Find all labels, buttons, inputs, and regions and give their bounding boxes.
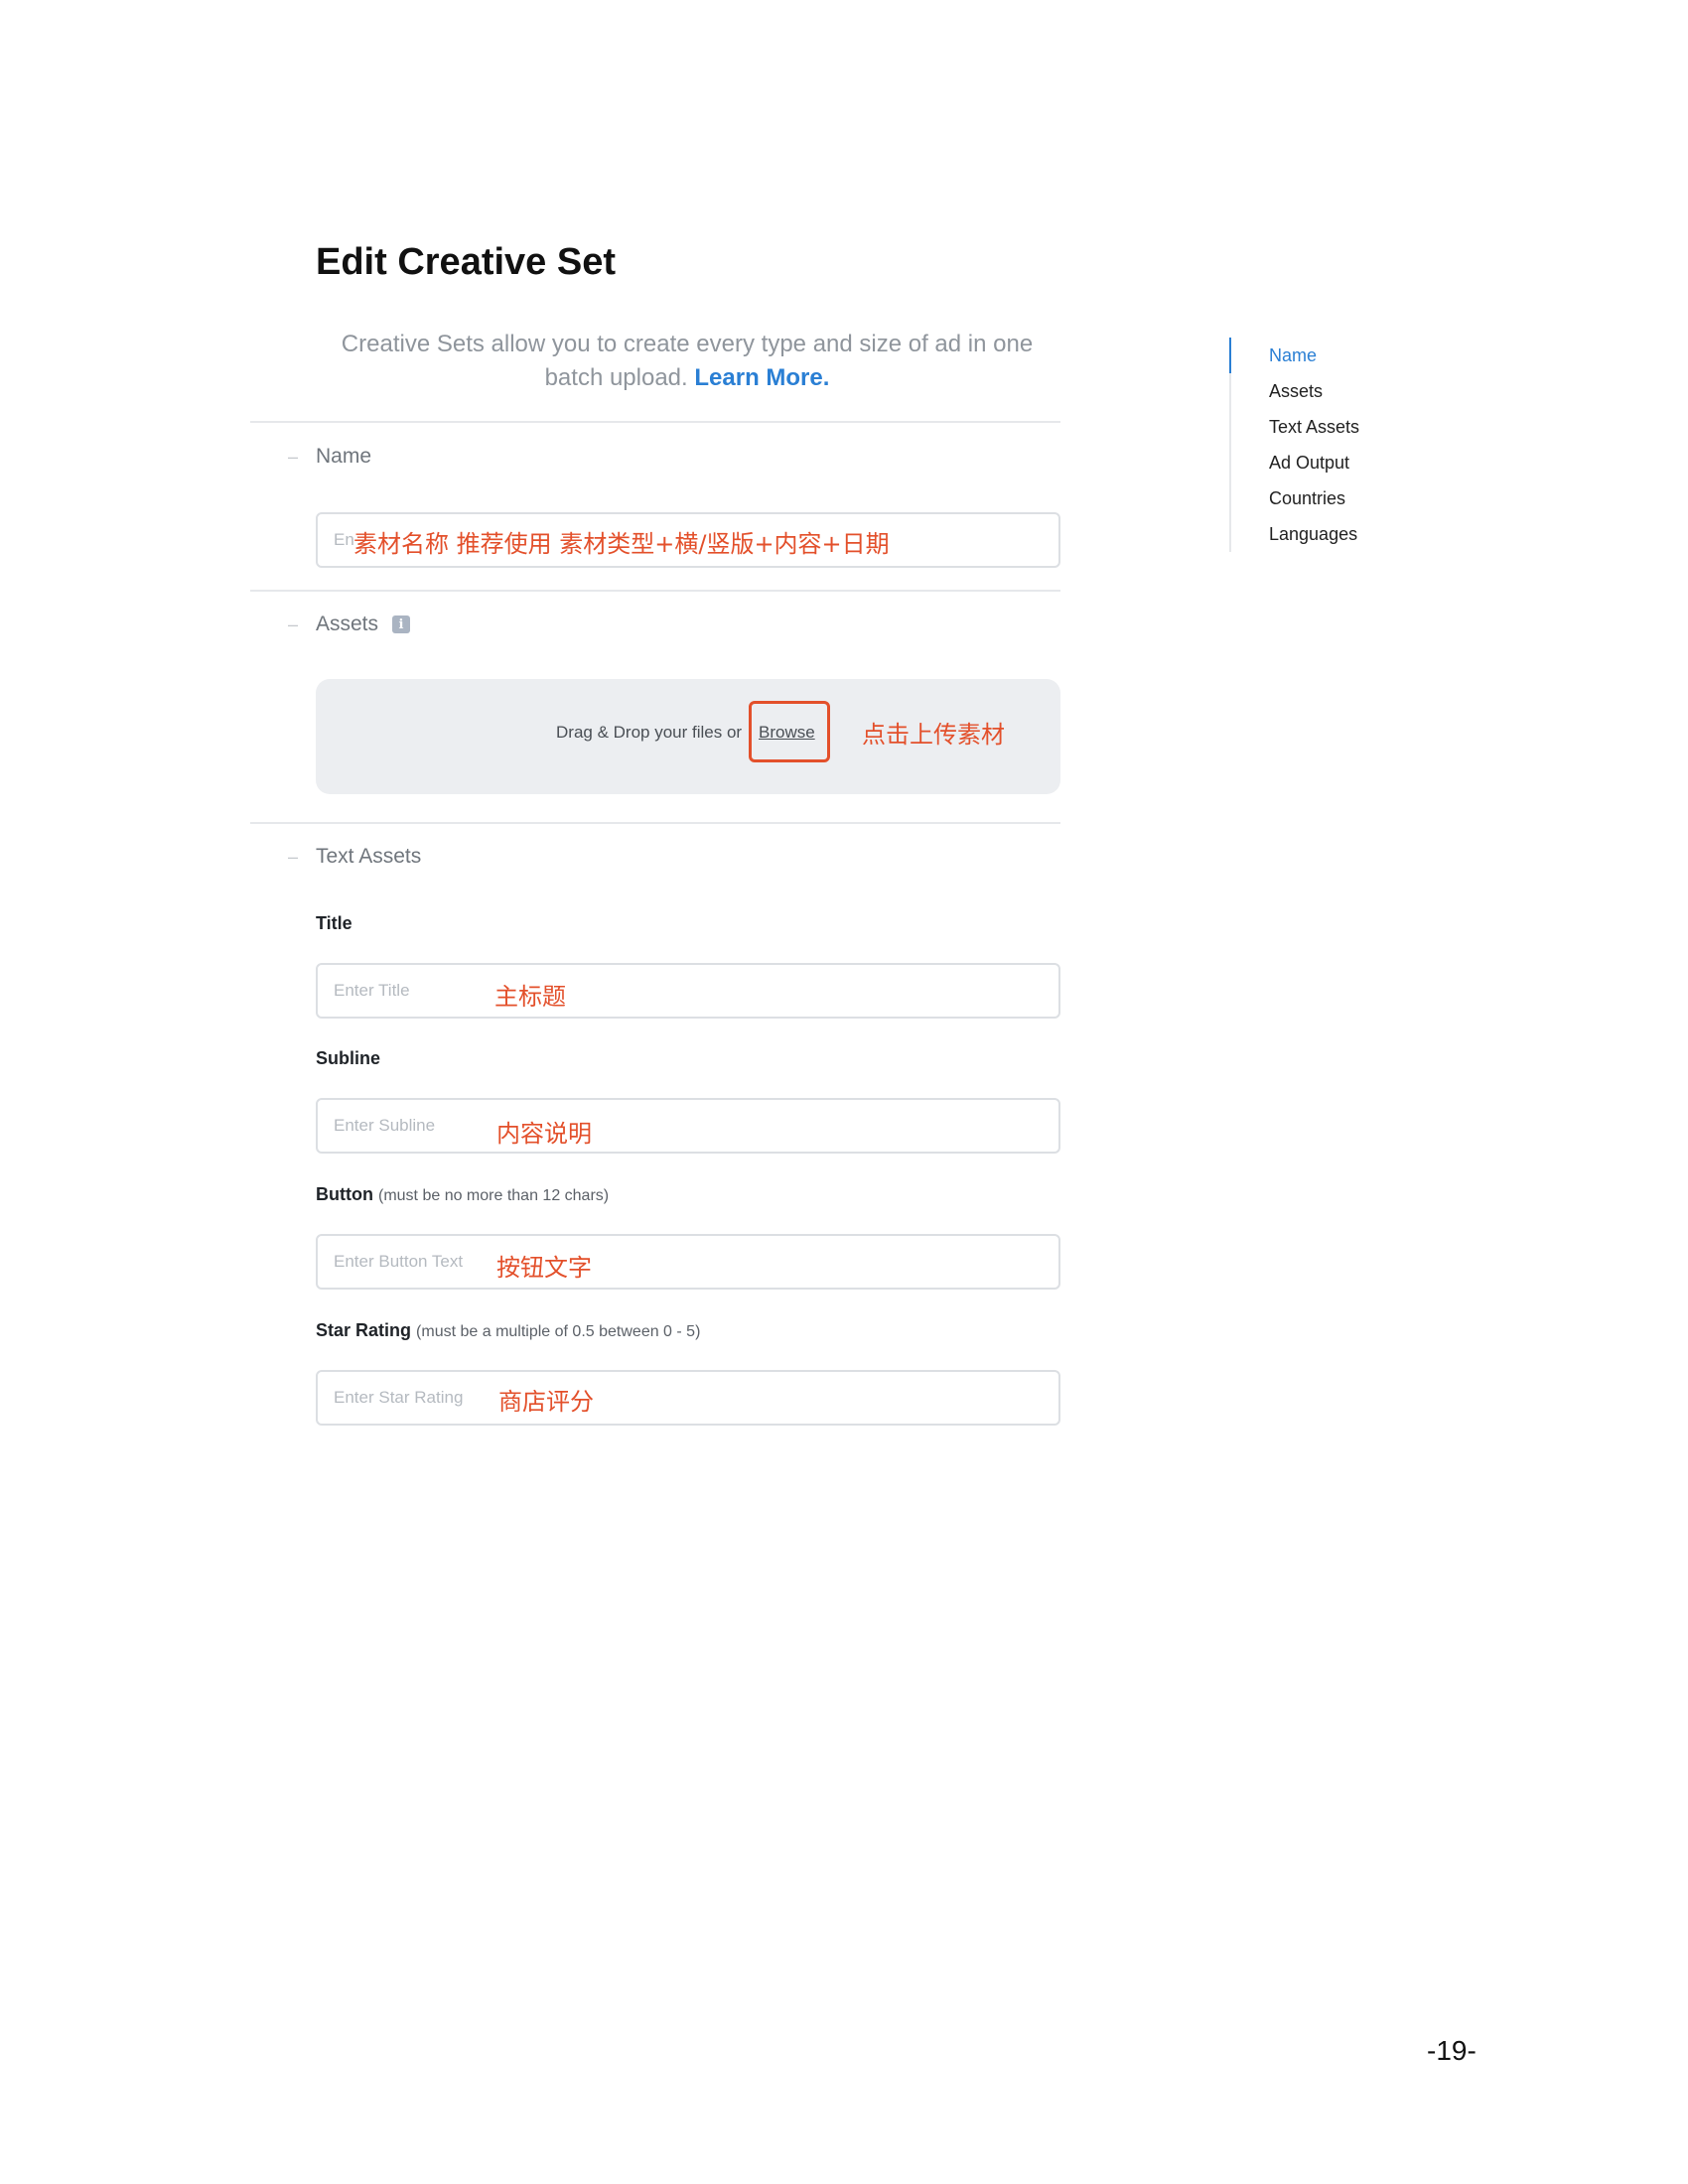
nav-item-name[interactable]: Name	[1269, 338, 1359, 373]
button-text-input[interactable]: Enter Button Text	[316, 1234, 1060, 1290]
title-input[interactable]: Enter Title	[316, 963, 1060, 1019]
nav-item-languages[interactable]: Languages	[1269, 516, 1359, 552]
intro-description: Creative Sets allow you to create every …	[341, 331, 1034, 391]
browse-highlight	[749, 701, 830, 762]
title-label: Title	[316, 913, 352, 933]
section-label-assets: Assets	[316, 613, 379, 635]
subline-annotation: 内容说明	[496, 1120, 592, 1148]
info-icon[interactable]: i	[392, 615, 411, 633]
active-marker	[1229, 338, 1231, 373]
section-nav: Name Assets Text Assets Ad Output Countr…	[1229, 338, 1359, 552]
section-divider	[250, 822, 1060, 824]
browse-annotation: 点击上传素材	[862, 721, 1005, 749]
star-rating-placeholder: Enter Star Rating	[334, 1388, 464, 1407]
button-hint: (must be no more than 12 chars)	[378, 1187, 610, 1204]
intro-text: Creative Sets allow you to create every …	[316, 328, 1058, 395]
title-annotation: 主标题	[494, 983, 566, 1011]
collapse-icon: –	[288, 614, 299, 634]
section-divider	[250, 421, 1060, 423]
star-rating-hint: (must be a multiple of 0.5 between 0 - 5…	[416, 1323, 701, 1340]
subline-placeholder: Enter Subline	[334, 1116, 436, 1135]
name-annotation: 素材名称 推荐使用 素材类型+横/竖版+内容+日期	[353, 524, 890, 559]
nav-item-assets[interactable]: Assets	[1269, 373, 1359, 409]
subline-label: Subline	[316, 1048, 381, 1068]
button-label-text: Button	[316, 1184, 373, 1204]
section-divider	[250, 590, 1060, 592]
nav-item-countries[interactable]: Countries	[1269, 480, 1359, 516]
star-rating-input[interactable]: Enter Star Rating	[316, 1370, 1060, 1426]
learn-more-link[interactable]: Learn More.	[694, 364, 829, 391]
collapse-icon: –	[288, 446, 299, 467]
button-annotation: 按钮文字	[496, 1254, 592, 1282]
nav-item-text-assets[interactable]: Text Assets	[1269, 409, 1359, 445]
button-label: Button (must be no more than 12 chars)	[316, 1184, 609, 1205]
section-toggle-assets[interactable]: – Assets i	[288, 613, 411, 636]
page-number: -19-	[1427, 2035, 1477, 2066]
star-rating-label-text: Star Rating	[316, 1320, 412, 1340]
star-rating-annotation: 商店评分	[498, 1388, 594, 1416]
subline-input[interactable]: Enter Subline	[316, 1098, 1060, 1154]
section-label-name: Name	[316, 445, 372, 468]
title-placeholder: Enter Title	[334, 981, 410, 1000]
collapse-icon: –	[288, 846, 299, 867]
button-placeholder: Enter Button Text	[334, 1252, 464, 1271]
section-toggle-name[interactable]: – Name	[288, 445, 371, 469]
asset-dropzone[interactable]: Drag & Drop your files or Browse 点击上传素材	[316, 679, 1060, 794]
drop-text: Drag & Drop your files or	[556, 723, 743, 742]
star-rating-label: Star Rating (must be a multiple of 0.5 b…	[316, 1320, 700, 1341]
section-toggle-text-assets[interactable]: – Text Assets	[288, 845, 421, 869]
page-title: Edit Creative Set	[316, 241, 616, 283]
section-label-text-assets: Text Assets	[316, 845, 422, 868]
nav-item-ad-output[interactable]: Ad Output	[1269, 445, 1359, 480]
